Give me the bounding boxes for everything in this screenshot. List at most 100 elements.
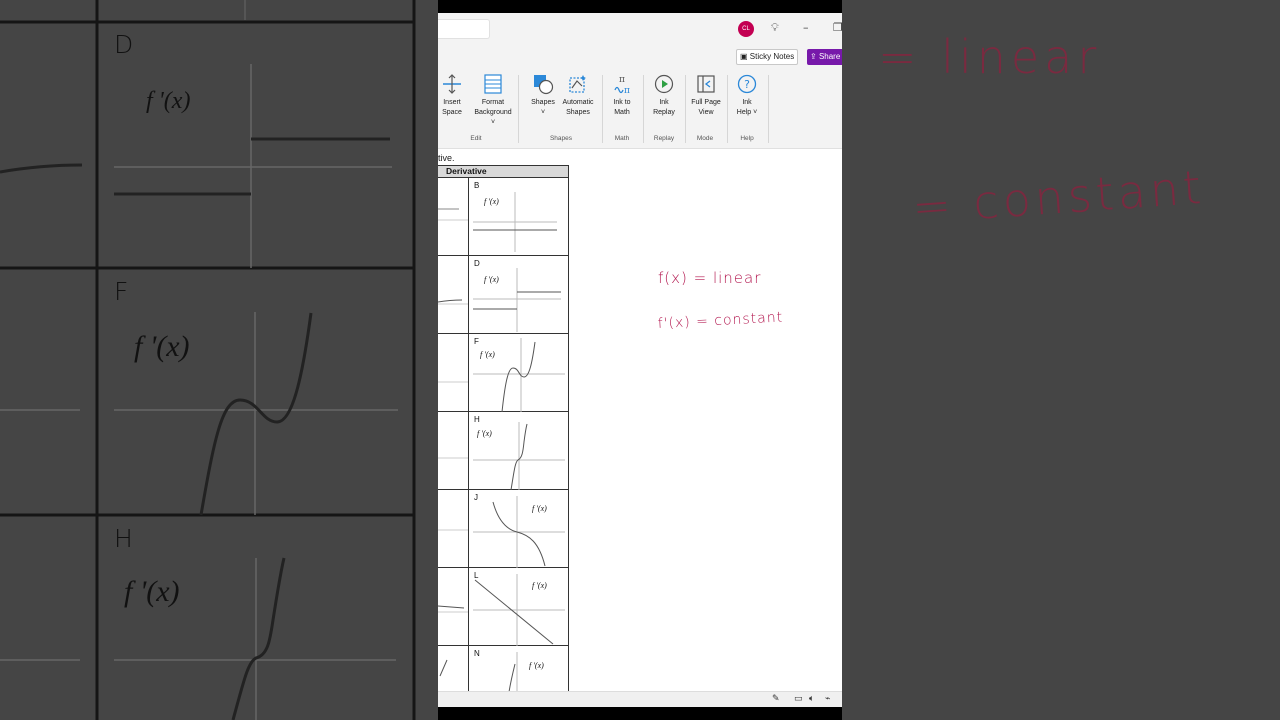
graph-f	[473, 338, 565, 413]
cell-letter: F	[474, 337, 479, 346]
ink-replay-label-1: Ink	[659, 99, 669, 106]
group-label-mode: Mode	[696, 135, 714, 142]
automatic-shapes-label-2: Shapes	[566, 109, 590, 116]
bg-letter-h: H	[114, 524, 133, 553]
cell-derivative-label: f '(x)	[532, 581, 547, 590]
full-page-view-icon	[697, 75, 715, 93]
table-cell-left	[438, 334, 468, 412]
format-background-label-2: Background ˅	[474, 109, 512, 126]
status-bar: ✎ ▭ 🔈︎ ⌁	[438, 691, 842, 707]
automatic-shapes-label-1: Automatic	[562, 99, 594, 106]
ink-replay-icon	[654, 74, 674, 94]
ribbon: Insert Space Format Background ˅ Shapes ˅	[438, 69, 842, 149]
graph-h	[473, 422, 565, 491]
cell-derivative-label: f '(x)	[484, 275, 499, 284]
ink-line-linear: f(x) = linear	[658, 269, 761, 287]
table-cell-left	[438, 178, 468, 256]
group-label-edit: Edit	[470, 135, 482, 142]
group-label-shapes: Shapes	[549, 135, 573, 142]
left-background-panel: D F H f '(x) f '(x) f '(x)	[0, 0, 438, 720]
format-background-label-1: Format	[481, 99, 505, 106]
bg-letter-d: D	[114, 30, 134, 59]
ink-replay-label-2: Replay	[653, 109, 675, 116]
group-label-replay: Replay	[653, 135, 675, 142]
table-cell-left	[438, 490, 468, 568]
group-label-help: Help	[740, 135, 754, 142]
ink-to-math-button[interactable]: π π Ink to Math	[603, 73, 641, 118]
derivative-table: Derivative B f '(x) D f '(x) F f '(x) H …	[438, 165, 569, 693]
insert-space-button[interactable]: Insert Space	[438, 73, 472, 118]
cell-derivative-label: f '(x)	[480, 350, 495, 359]
insert-space-label-2: Space	[442, 109, 462, 116]
bg-derivative-label-h: f '(x)	[124, 575, 180, 608]
sticky-notes-button[interactable]: ▣ Sticky Notes	[736, 49, 799, 65]
full-page-view-label-1: Full Page	[691, 99, 721, 106]
page-text-fragment: tive.	[438, 153, 455, 163]
ink-to-math-icon: π π	[614, 75, 630, 95]
graph-d	[473, 268, 561, 332]
restore-icon[interactable]: ❐	[833, 21, 842, 34]
full-page-view-button[interactable]: Full Page View	[686, 73, 726, 118]
share-label: Share	[818, 52, 841, 61]
bg-letter-f: F	[114, 277, 129, 306]
sticky-notes-icon: ▣	[740, 52, 748, 61]
shapes-button[interactable]: Shapes ˅	[524, 73, 562, 118]
title-bar: CL 💡︎ – ❐	[438, 13, 842, 45]
table-cell-left	[438, 256, 468, 334]
table-cell-d: D f '(x)	[469, 256, 569, 334]
table-cell-left	[438, 568, 468, 646]
share-button[interactable]: ⇪ Share	[807, 49, 842, 65]
ink-help-icon: ?	[737, 74, 757, 94]
bg-derivative-label-f: f '(x)	[134, 330, 190, 363]
search-box[interactable]	[438, 19, 490, 39]
table-cell-f: F f '(x)	[469, 334, 569, 413]
graph-b	[473, 192, 557, 252]
shapes-label-1: Shapes	[531, 99, 555, 106]
left-background-graphs	[0, 0, 438, 720]
graph-l	[473, 574, 565, 646]
note-page[interactable]: tive. Derivative B f '(x) D f '(x) F f '…	[438, 150, 842, 693]
ink-to-math-label-2: Math	[614, 109, 630, 116]
automatic-shapes-icon	[569, 75, 586, 93]
volume-icon[interactable]: 🔈︎	[809, 694, 814, 704]
screen-icon[interactable]: ▭	[794, 694, 803, 704]
handwritten-notes: f(x) = linear f'(x) = constant	[657, 269, 783, 332]
insert-space-label-1: Insert	[443, 99, 461, 106]
table-cell-h: H f '(x)	[469, 412, 569, 491]
graph-n	[508, 652, 518, 693]
sticky-notes-label: Sticky Notes	[749, 52, 795, 61]
share-icon: ⇪	[810, 52, 817, 61]
ribbon-separator	[768, 75, 769, 143]
ink-help-label-1: Ink	[742, 99, 752, 106]
format-background-button[interactable]: Format Background ˅	[473, 73, 513, 128]
table-cell-n: N f '(x)	[469, 646, 569, 693]
cell-letter: L	[474, 571, 479, 580]
svg-text:π: π	[624, 86, 630, 95]
minimize-icon[interactable]: –	[803, 21, 809, 34]
cell-letter: B	[474, 181, 480, 190]
network-icon[interactable]: ⌁	[825, 694, 830, 704]
onenote-window: CL 💡︎ – ❐ ▣ Sticky Notes ⇪ Share Insert S…	[438, 13, 842, 707]
ink-help-button[interactable]: ? Ink Help ˅	[727, 73, 767, 118]
avatar[interactable]: CL	[738, 21, 754, 37]
full-page-view-label-2: View	[698, 109, 714, 116]
graph-j	[473, 496, 565, 568]
command-bar: ▣ Sticky Notes ⇪ Share	[438, 45, 842, 69]
shapes-label-2: ˅	[540, 109, 546, 116]
table-cell-left	[438, 646, 468, 692]
bg-ink-constant: = constant	[910, 159, 1207, 235]
ink-replay-button[interactable]: Ink Replay	[644, 73, 684, 118]
cell-letter: J	[474, 493, 478, 502]
ink-to-math-label-1: Ink to	[613, 99, 631, 106]
lightbulb-icon[interactable]: 💡︎	[771, 21, 779, 35]
insert-space-icon	[443, 74, 461, 94]
format-background-icon	[484, 74, 502, 94]
ribbon-separator	[518, 75, 519, 143]
svg-text:π: π	[619, 75, 625, 85]
ink-status-icon[interactable]: ✎	[772, 694, 780, 704]
cell-derivative-label: f '(x)	[532, 504, 547, 513]
cell-letter: D	[474, 259, 480, 268]
cell-derivative-label: f '(x)	[529, 661, 544, 670]
automatic-shapes-button[interactable]: Automatic Shapes	[558, 73, 598, 118]
shapes-icon	[534, 75, 554, 95]
